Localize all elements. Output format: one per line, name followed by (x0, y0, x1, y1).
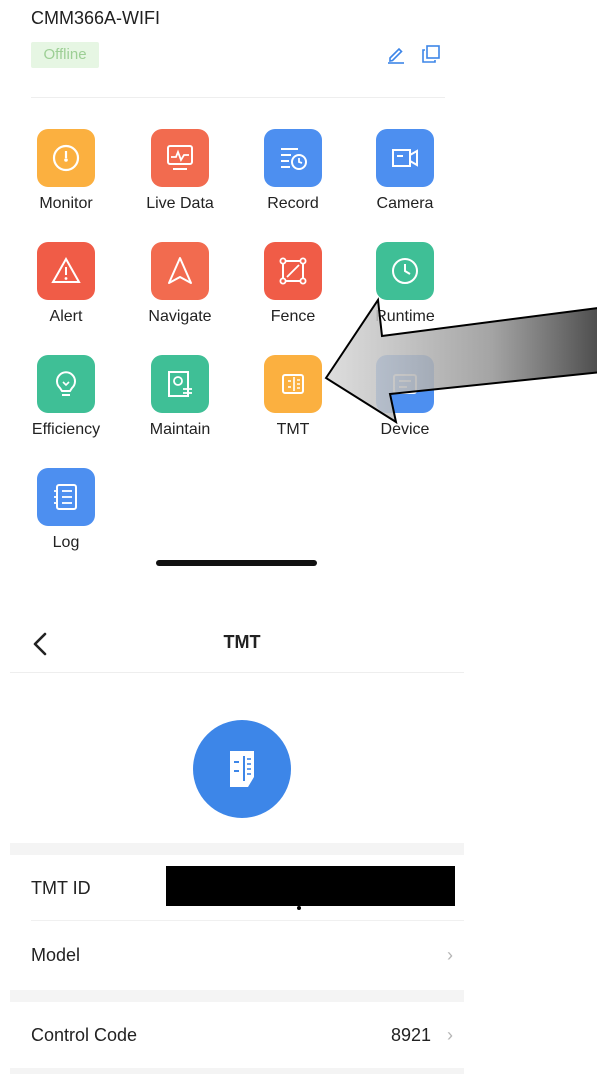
grid-item-label: Alert (49, 308, 83, 325)
nav-divider (10, 672, 464, 673)
tile (37, 129, 95, 187)
status-badge: Offline (31, 42, 99, 68)
tile (264, 242, 322, 300)
log-list-icon (54, 484, 77, 510)
grid-item-label: Efficiency (31, 421, 101, 438)
row-divider (31, 920, 464, 921)
annotation-arrow (324, 297, 597, 425)
tile (264, 129, 322, 187)
tmt-icon (230, 751, 254, 787)
grid-item-label: Monitor (39, 195, 93, 212)
edit-icon[interactable] (386, 44, 406, 64)
grid-item-label: Live Data (146, 195, 214, 212)
grid-item-label: Navigate (148, 308, 212, 325)
tile (151, 242, 209, 300)
alert-triangle-icon (51, 256, 81, 283)
gauge-icon (52, 144, 80, 172)
grid-item-monitor[interactable]: Monitor (9, 129, 123, 229)
record-clock-icon (281, 148, 307, 170)
grid-item-maintain[interactable]: Maintain (123, 355, 237, 455)
back-chevron-icon[interactable] (30, 630, 52, 658)
tile (376, 129, 434, 187)
row-value: 8921 (390, 1025, 431, 1045)
tile (151, 129, 209, 187)
clock-icon (392, 258, 418, 284)
tmt-hero-badge (193, 720, 291, 818)
row-control-code[interactable]: Control Code 8921 › (10, 1002, 464, 1068)
grid-item-navigate[interactable]: Navigate (123, 242, 237, 342)
grid-item-alert[interactable]: Alert (9, 242, 123, 342)
chevron-right-icon: › (447, 945, 453, 965)
grid-item-log[interactable]: Log (9, 468, 123, 568)
page-title: TMT (223, 632, 261, 652)
row-label: Model (31, 945, 81, 965)
copy-icon[interactable] (421, 44, 441, 64)
tile (37, 355, 95, 413)
row-label: TMT ID (31, 878, 91, 898)
grid-item-efficiency[interactable]: Efficiency (9, 355, 123, 455)
section-gap (10, 843, 464, 855)
tile (37, 468, 95, 526)
grid-item-label: Log (52, 534, 80, 551)
tmt-icon (282, 374, 304, 394)
chart-monitor-icon (167, 145, 193, 170)
camera-icon (392, 149, 418, 167)
header-divider (31, 97, 445, 98)
grid-item-record[interactable]: Record (236, 129, 350, 229)
row-label: Control Code (31, 1025, 138, 1045)
tile (151, 355, 209, 413)
section-gap (10, 1068, 464, 1074)
home-indicator (156, 560, 317, 566)
navigate-arrow-icon (168, 257, 192, 284)
lightbulb-icon (56, 371, 76, 396)
device-title: CMM366A-WIFI (31, 8, 161, 28)
grid-item-camera[interactable]: Camera (348, 129, 462, 229)
maintain-doc-icon (168, 371, 192, 397)
grid-item-live-data[interactable]: Live Data (123, 129, 237, 229)
chevron-right-icon: › (447, 1025, 453, 1045)
row-model[interactable]: Model › (10, 922, 464, 988)
section-gap (10, 990, 464, 1002)
tile (37, 242, 95, 300)
grid-item-label: Camera (376, 195, 434, 212)
redaction-bar (166, 866, 455, 906)
tile (264, 355, 322, 413)
grid-item-label: Record (267, 195, 319, 212)
grid-item-label: Maintain (149, 421, 211, 438)
fence-square-icon (279, 257, 307, 285)
redaction-dot (297, 906, 301, 910)
